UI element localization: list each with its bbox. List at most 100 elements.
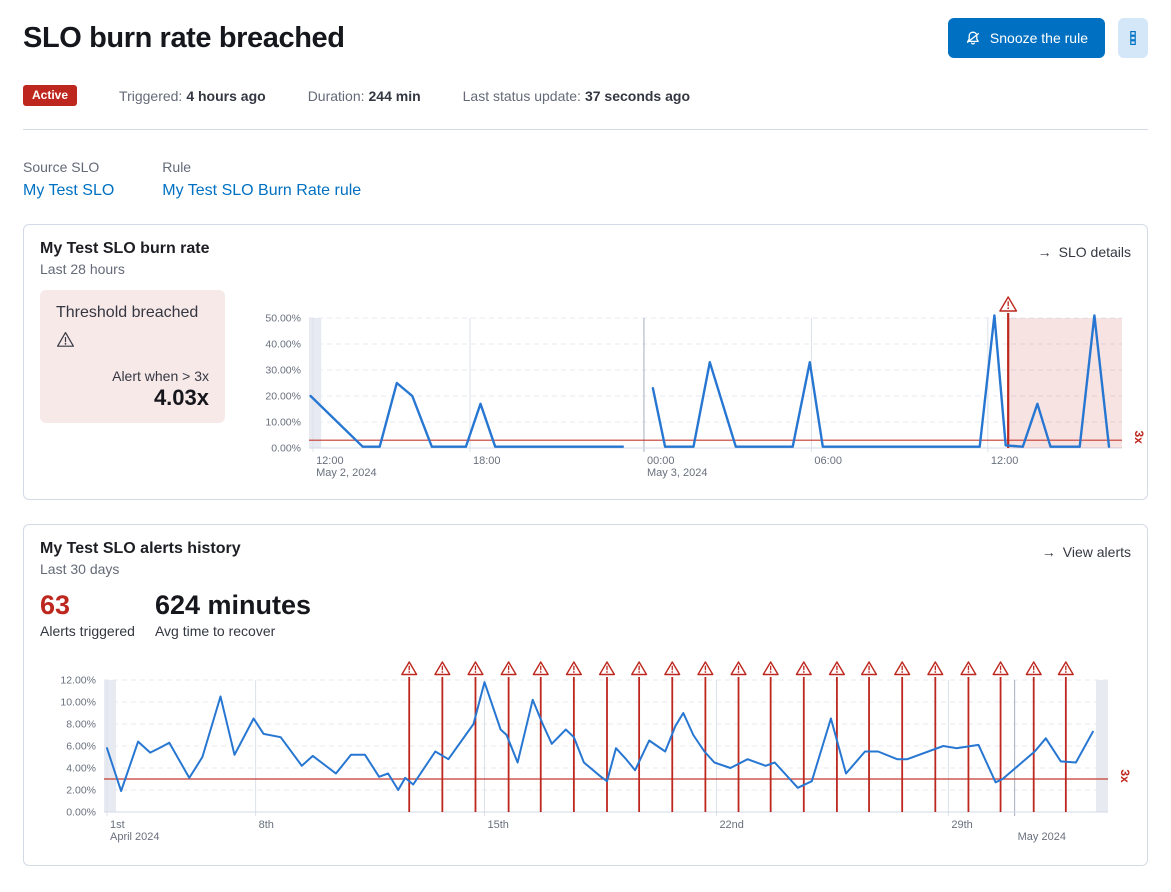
- svg-text:12:00: 12:00: [316, 455, 344, 467]
- source-slo-link[interactable]: My Test SLO: [23, 182, 114, 199]
- alert-warning-icon: [830, 662, 845, 675]
- alert-warning-icon: [566, 662, 581, 675]
- alerts-history-stats: 63 Alerts triggered 624 minutes Avg time…: [40, 590, 1131, 639]
- svg-text:22nd: 22nd: [719, 819, 743, 831]
- page-title: SLO burn rate breached: [23, 22, 345, 55]
- boxes-vertical-icon: [1125, 30, 1141, 46]
- alert-warning-icon: [928, 662, 943, 675]
- svg-text:0.00%: 0.00%: [271, 443, 301, 455]
- svg-text:1st: 1st: [110, 819, 125, 831]
- rule-col: Rule My Test SLO Burn Rate rule: [162, 159, 361, 200]
- page-header: SLO burn rate breached Snooze the rule: [23, 18, 1148, 58]
- threshold-panel-values: Alert when > 3x 4.03x: [56, 368, 209, 411]
- view-alerts-link[interactable]: → View alerts: [1042, 544, 1131, 560]
- arrow-right-icon: →: [1042, 544, 1056, 560]
- svg-text:10.00%: 10.00%: [265, 417, 301, 429]
- snooze-rule-label: Snooze the rule: [990, 30, 1088, 46]
- svg-text:8.00%: 8.00%: [66, 719, 96, 731]
- view-alerts-label: View alerts: [1063, 544, 1131, 560]
- alert-warning-icon: [993, 662, 1008, 675]
- svg-text:10.00%: 10.00%: [60, 697, 96, 709]
- svg-text:00:00: 00:00: [647, 455, 675, 467]
- svg-text:15th: 15th: [488, 819, 509, 831]
- alerts-triggered-label: Alerts triggered: [40, 623, 135, 639]
- header-actions: Snooze the rule: [948, 18, 1148, 58]
- svg-text:12.00%: 12.00%: [60, 675, 96, 687]
- svg-text:May 3, 2024: May 3, 2024: [647, 467, 708, 479]
- alerts-history-card-titles: My Test SLO alerts history Last 30 days: [40, 540, 241, 577]
- threshold-breached-panel: Threshold breached Alert when > 3x 4.03x: [40, 290, 225, 423]
- burn-rate-card: My Test SLO burn rate Last 28 hours → SL…: [23, 224, 1148, 500]
- alert-warning-icon: [1000, 297, 1017, 311]
- burn-rate-chart-container[interactable]: 0.00%10.00%20.00%30.00%40.00%50.00%12:00…: [247, 290, 1131, 487]
- svg-text:0.00%: 0.00%: [66, 807, 96, 819]
- snooze-rule-button[interactable]: Snooze the rule: [948, 18, 1105, 58]
- triggered-label: Triggered:: [119, 88, 182, 104]
- svg-text:May 2, 2024: May 2, 2024: [316, 467, 377, 479]
- alerts-triggered-stat: 63 Alerts triggered: [40, 590, 135, 639]
- alert-warning-icon: [600, 662, 615, 675]
- avg-recover-label: Avg time to recover: [155, 623, 311, 639]
- svg-text:4.00%: 4.00%: [66, 763, 96, 775]
- threshold-current-value: 4.03x: [56, 385, 209, 411]
- threshold-panel-title: Threshold breached: [56, 304, 209, 322]
- svg-text:12:00: 12:00: [991, 455, 1019, 467]
- status-badge: Active: [23, 85, 77, 106]
- triggered-meta: Triggered:4 hours ago: [119, 88, 266, 104]
- svg-text:2.00%: 2.00%: [66, 785, 96, 797]
- rule-link[interactable]: My Test SLO Burn Rate rule: [162, 182, 361, 199]
- alert-warning-icon: [961, 662, 976, 675]
- last-update-meta: Last status update:37 seconds ago: [463, 88, 690, 104]
- svg-text:40.00%: 40.00%: [265, 339, 301, 351]
- avg-recover-stat: 624 minutes Avg time to recover: [155, 590, 311, 639]
- alerts-history-card: My Test SLO alerts history Last 30 days …: [23, 524, 1148, 866]
- actions-menu-button[interactable]: [1118, 18, 1148, 58]
- burn-rate-card-title: My Test SLO burn rate: [40, 240, 210, 258]
- alerts-history-line: [107, 682, 1093, 791]
- alert-warning-icon: [435, 662, 450, 675]
- source-slo-col: Source SLO My Test SLO: [23, 159, 114, 200]
- svg-text:8th: 8th: [259, 819, 274, 831]
- alert-warning-icon: [731, 662, 746, 675]
- alert-warning-icon: [501, 662, 516, 675]
- alerts-triggered-value: 63: [40, 590, 135, 620]
- alert-warning-icon: [698, 662, 713, 675]
- duration-value: 244 min: [369, 88, 421, 104]
- threshold-condition: Alert when > 3x: [56, 368, 209, 384]
- burn-rate-card-header: My Test SLO burn rate Last 28 hours → SL…: [40, 240, 1131, 277]
- alert-warning-icon: [1026, 662, 1041, 675]
- slo-details-link[interactable]: → SLO details: [1038, 244, 1131, 260]
- burn-rate-card-subtitle: Last 28 hours: [40, 261, 210, 277]
- svg-text:April 2024: April 2024: [110, 831, 160, 843]
- alerts-history-card-title: My Test SLO alerts history: [40, 540, 241, 558]
- svg-text:30.00%: 30.00%: [265, 365, 301, 377]
- alert-warning-icon: [763, 662, 778, 675]
- burn-rate-line: [311, 383, 623, 447]
- alert-details-page: SLO burn rate breached Snooze the rule: [0, 0, 1171, 866]
- last-update-label: Last status update:: [463, 88, 581, 104]
- burn-rate-chart: 0.00%10.00%20.00%30.00%40.00%50.00%12:00…: [247, 290, 1152, 482]
- triggered-value: 4 hours ago: [186, 88, 265, 104]
- alerts-history-card-header: My Test SLO alerts history Last 30 days …: [40, 540, 1131, 577]
- header-divider: [23, 129, 1148, 130]
- svg-text:6.00%: 6.00%: [66, 741, 96, 753]
- svg-text:May 2024: May 2024: [1018, 831, 1066, 843]
- alert-warning-icon: [632, 662, 647, 675]
- source-links-row: Source SLO My Test SLO Rule My Test SLO …: [23, 159, 1148, 200]
- duration-meta: Duration:244 min: [308, 88, 421, 104]
- threshold-label: 3x: [1132, 431, 1146, 445]
- svg-text:20.00%: 20.00%: [265, 391, 301, 403]
- bell-slash-icon: [965, 30, 981, 46]
- alert-warning-icon: [533, 662, 548, 675]
- duration-label: Duration:: [308, 88, 365, 104]
- svg-text:18:00: 18:00: [473, 455, 501, 467]
- warning-icon: [56, 331, 209, 353]
- svg-text:06:00: 06:00: [814, 455, 842, 467]
- alerts-history-card-subtitle: Last 30 days: [40, 561, 241, 577]
- arrow-right-icon: →: [1038, 244, 1052, 260]
- alerts-history-chart-container[interactable]: 0.00% 2.00% 4.00% 6.00% 8.00% 10.00% 12.00% 1st…: [40, 652, 1131, 853]
- status-meta-row: Active Triggered:4 hours ago Duration:24…: [23, 85, 1148, 106]
- avg-recover-value: 624 minutes: [155, 590, 311, 620]
- alert-warning-icon: [895, 662, 910, 675]
- alert-warning-icon: [665, 662, 680, 675]
